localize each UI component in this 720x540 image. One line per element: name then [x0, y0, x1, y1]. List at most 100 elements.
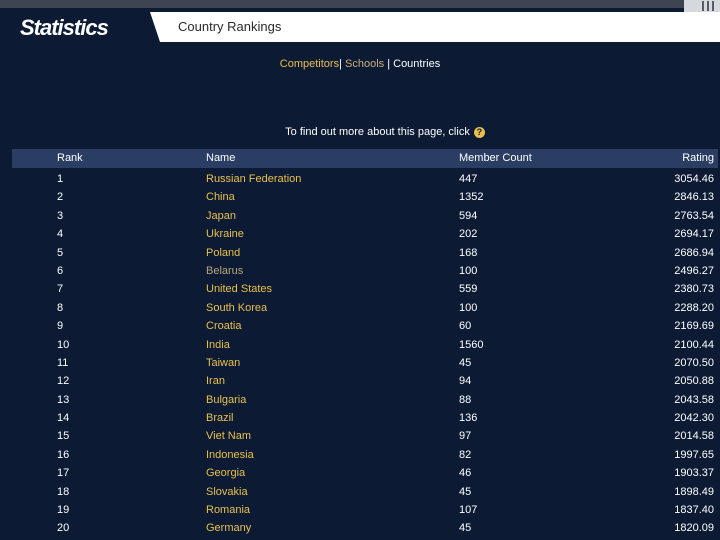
rating-cell: 2288.20: [674, 301, 714, 314]
help-icon[interactable]: ?: [473, 126, 485, 138]
member-count-cell: 559: [459, 283, 478, 296]
country-name-link[interactable]: Indonesia: [206, 449, 254, 461]
info-line: To find out more about this page, click?: [0, 126, 720, 138]
rating-cell: 2694.17: [674, 228, 714, 241]
statistics-logo: Statistics: [20, 15, 109, 40]
table-row: 11 Taiwan 45 2070.50: [12, 354, 718, 372]
rank-cell: 13: [57, 393, 70, 406]
window-corner: [684, 0, 720, 12]
nav-countries-link[interactable]: Countries: [393, 58, 440, 70]
table-row: 12 Iran 94 2050.88: [12, 372, 718, 390]
country-name-link[interactable]: United States: [206, 283, 272, 295]
rating-cell: 1837.40: [674, 504, 714, 517]
member-count-cell: 88: [459, 393, 472, 406]
table-row: 20 Germany 45 1820.09: [12, 519, 718, 537]
rank-cell: 6: [57, 264, 64, 277]
rankings-table-body: 1 Russian Federation 447 3054.46 2 China…: [12, 170, 718, 538]
member-count-cell: 594: [459, 209, 478, 222]
nav-separator: |: [339, 58, 342, 70]
column-header-rank[interactable]: Rank: [57, 152, 83, 164]
table-row: 9 Croatia 60 2169.69: [12, 317, 718, 335]
nav-schools-link[interactable]: Schools: [345, 58, 384, 70]
country-name-link[interactable]: Croatia: [206, 320, 241, 332]
member-count-cell: 45: [459, 522, 472, 535]
table-row: 10 India 1560 2100.44: [12, 336, 718, 354]
rating-cell: 1820.09: [674, 522, 714, 535]
rating-cell: 2846.13: [674, 191, 714, 204]
column-header-member-count[interactable]: Member Count: [459, 152, 532, 164]
member-count-cell: 107: [459, 504, 478, 517]
column-header-rating[interactable]: Rating: [682, 152, 714, 164]
member-count-cell: 100: [459, 301, 478, 314]
rating-cell: 2686.94: [674, 246, 714, 259]
logo-block: Statistics: [0, 12, 160, 42]
table-row: 3 Japan 594 2763.54: [12, 207, 718, 225]
member-count-cell: 136: [459, 412, 478, 425]
country-name-link[interactable]: Russian Federation: [206, 173, 301, 185]
corner-bars: [702, 1, 714, 11]
member-count-cell: 1352: [459, 191, 484, 204]
country-name-link[interactable]: Romania: [206, 504, 250, 516]
rank-cell: 18: [57, 485, 70, 498]
rating-cell: 2042.30: [674, 412, 714, 425]
rank-cell: 20: [57, 522, 70, 535]
rank-cell: 3: [57, 209, 64, 222]
table-row: 1 Russian Federation 447 3054.46: [12, 170, 718, 188]
member-count-cell: 45: [459, 356, 472, 369]
rank-cell: 12: [57, 375, 70, 388]
country-name-link[interactable]: China: [206, 191, 235, 203]
rating-cell: 2043.58: [674, 393, 714, 406]
rating-cell: 3054.46: [674, 173, 714, 185]
table-row: 13 Bulgaria 88 2043.58: [12, 391, 718, 409]
rating-cell: 2050.88: [674, 375, 714, 388]
member-count-cell: 1560: [459, 338, 484, 351]
country-name-link[interactable]: Viet Nam: [206, 430, 251, 442]
table-row: 7 United States 559 2380.73: [12, 280, 718, 298]
nav-competitors-link[interactable]: Competitors: [280, 58, 339, 70]
country-name-link[interactable]: Slovakia: [206, 486, 248, 498]
table-row: 5 Poland 168 2686.94: [12, 244, 718, 262]
table-row: 17 Georgia 46 1903.37: [12, 464, 718, 482]
member-count-cell: 202: [459, 228, 478, 241]
country-name-link[interactable]: Poland: [206, 247, 240, 259]
country-name-link[interactable]: Georgia: [206, 467, 245, 479]
member-count-cell: 100: [459, 264, 478, 277]
rank-cell: 7: [57, 283, 64, 296]
rating-cell: 2496.27: [674, 264, 714, 277]
country-name-link[interactable]: India: [206, 339, 230, 351]
table-row: 16 Indonesia 82 1997.65: [12, 446, 718, 464]
country-name-link[interactable]: Ukraine: [206, 228, 244, 240]
rank-cell: 4: [57, 228, 64, 241]
member-count-cell: 447: [459, 173, 478, 185]
country-name-link[interactable]: South Korea: [206, 302, 267, 314]
member-count-cell: 94: [459, 375, 472, 388]
rank-cell: 8: [57, 301, 64, 314]
country-name-link[interactable]: Taiwan: [206, 357, 240, 369]
rating-cell: 2169.69: [674, 320, 714, 333]
rank-cell: 15: [57, 430, 70, 443]
rank-cell: 10: [57, 338, 70, 351]
rank-cell: 2: [57, 191, 64, 204]
rating-cell: 2070.50: [674, 356, 714, 369]
country-name-link[interactable]: Germany: [206, 522, 251, 534]
page-title: Country Rankings: [178, 19, 282, 34]
info-text: To find out more about this page, click: [285, 126, 470, 138]
column-header-name[interactable]: Name: [206, 152, 235, 164]
table-row: 2 China 1352 2846.13: [12, 188, 718, 206]
rank-cell: 14: [57, 412, 70, 425]
country-name-link[interactable]: Iran: [206, 375, 225, 387]
country-name-link[interactable]: Bulgaria: [206, 394, 246, 406]
rank-cell: 9: [57, 320, 64, 333]
table-row: 4 Ukraine 202 2694.17: [12, 225, 718, 243]
country-name-link[interactable]: Belarus: [206, 265, 243, 277]
country-name-link[interactable]: Japan: [206, 210, 236, 222]
table-header-row: Rank Name Member Count Rating: [12, 149, 718, 168]
ranking-subnav: Competitors| Schools | Countries: [0, 58, 720, 70]
rating-cell: 2014.58: [674, 430, 714, 443]
table-row: 14 Brazil 136 2042.30: [12, 409, 718, 427]
country-name-link[interactable]: Brazil: [206, 412, 234, 424]
member-count-cell: 45: [459, 485, 472, 498]
nav-separator: |: [387, 58, 391, 70]
table-row: 18 Slovakia 45 1898.49: [12, 483, 718, 501]
table-row: 8 South Korea 100 2288.20: [12, 299, 718, 317]
